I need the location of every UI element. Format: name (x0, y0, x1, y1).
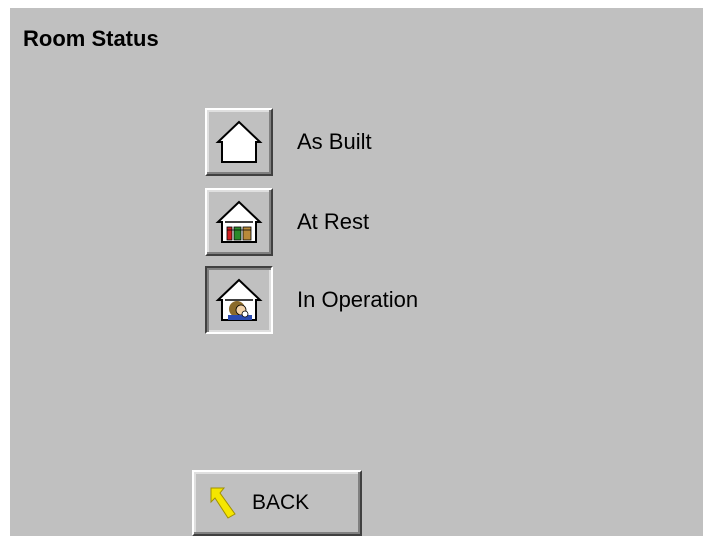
as-built-button[interactable] (205, 108, 273, 176)
as-built-label: As Built (297, 129, 372, 154)
option-as-built: As Built (205, 106, 555, 178)
in-operation-button[interactable] (205, 266, 273, 334)
back-button[interactable]: BACK (192, 470, 362, 536)
option-at-rest: At Rest (205, 186, 555, 258)
page-title: Room Status (23, 26, 159, 51)
room-status-panel: Room Status As Built At Rest In Operatio… (10, 8, 703, 536)
option-in-operation: In Operation (205, 264, 555, 336)
back-arrow-icon (210, 487, 236, 519)
at-rest-label: At Rest (297, 209, 370, 234)
at-rest-button[interactable] (205, 188, 273, 256)
back-label: BACK (252, 491, 310, 514)
house-equipment-icon (215, 200, 263, 243)
house-person-icon (215, 278, 263, 321)
in-operation-label: In Operation (297, 287, 419, 312)
house-empty-icon (215, 120, 263, 163)
